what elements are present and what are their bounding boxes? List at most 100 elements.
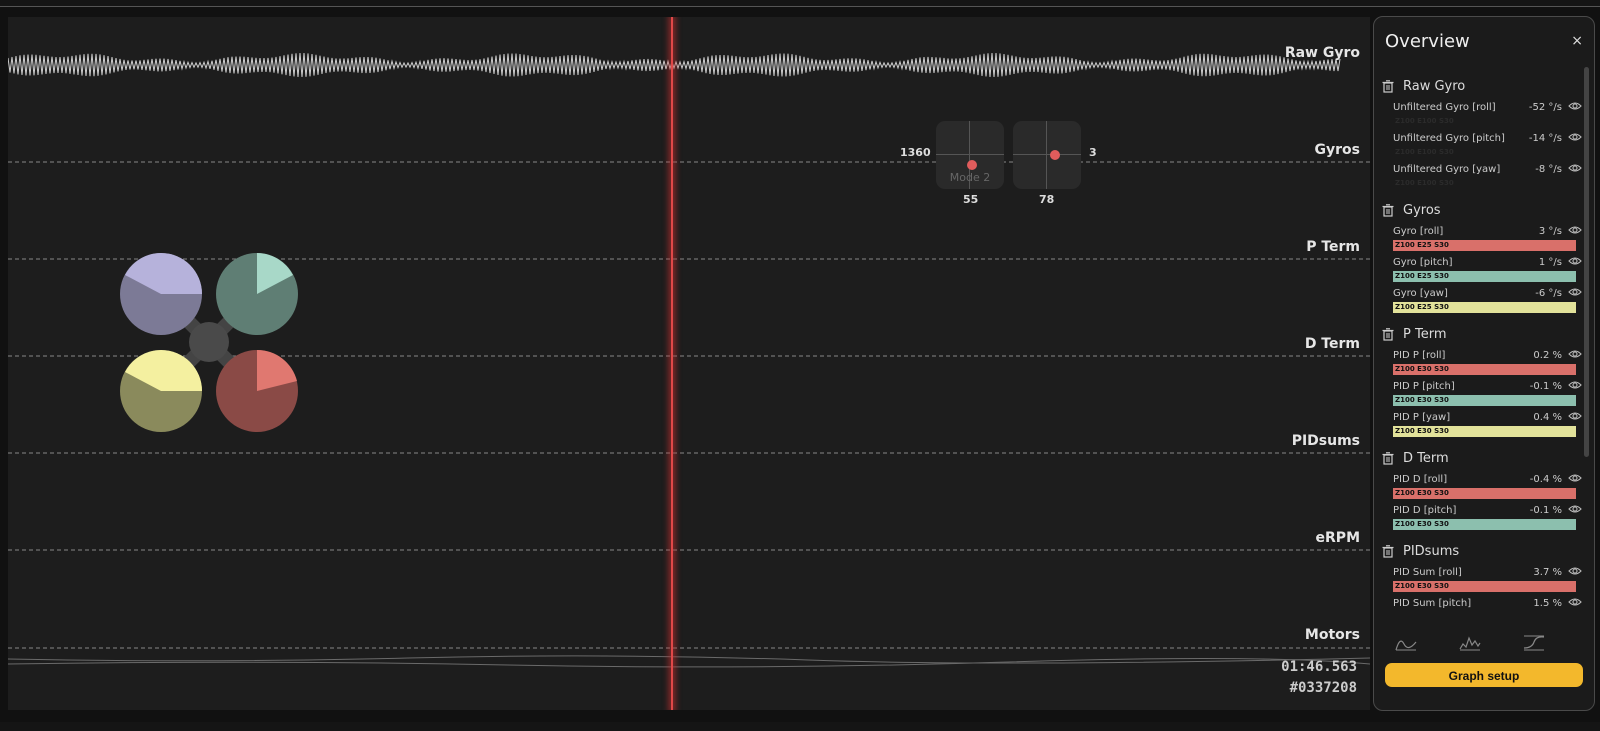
field-value: 0.4 % (1533, 412, 1562, 423)
overview-field-row[interactable]: PID P [roll] 0.2 % Z100 E30 S30 (1382, 348, 1582, 379)
overview-field-row[interactable]: Unfiltered Gyro [yaw] -8 °/s Z100 E100 S30 (1382, 162, 1582, 193)
overview-field-row[interactable]: PID Sum [roll] 3.7 % Z100 E30 S30 (1382, 565, 1582, 596)
trash-icon[interactable] (1382, 545, 1394, 558)
eye-icon[interactable] (1568, 349, 1582, 359)
curve-icon[interactable] (1522, 632, 1546, 652)
eye-icon[interactable] (1568, 597, 1582, 607)
time-readout: 01:46.563 (1281, 659, 1357, 675)
field-value: 3.7 % (1533, 567, 1562, 578)
field-scale-tag[interactable]: Z100 E25 S30 (1393, 271, 1576, 282)
eye-icon[interactable] (1568, 163, 1582, 173)
field-value: -8 °/s (1535, 164, 1562, 175)
field-scale-tag[interactable]: Z100 E30 S30 (1393, 519, 1576, 530)
stick-mode-label: Mode 2 (949, 171, 991, 184)
eye-icon[interactable] (1568, 256, 1582, 266)
overview-field-row[interactable]: PID P [pitch] -0.1 % Z100 E30 S30 (1382, 379, 1582, 410)
overview-field-row[interactable]: PID D [roll] -0.4 % Z100 E30 S30 (1382, 472, 1582, 503)
overview-field-row[interactable]: PID D [pitch] -0.1 % Z100 E30 S30 (1382, 503, 1582, 534)
field-name: Gyro [roll] (1393, 226, 1444, 237)
close-icon[interactable]: × (1571, 33, 1583, 49)
field-scale-tag[interactable]: Z100 E30 S30 (1393, 426, 1576, 437)
eye-icon[interactable] (1568, 132, 1582, 142)
lane-label-d-term: D Term (1304, 336, 1360, 352)
field-scale-tag[interactable]: Z100 E100 S30 (1393, 147, 1576, 158)
field-scale-tag[interactable]: Z100 E30 S30 (1393, 395, 1576, 406)
panel-scrollbar[interactable] (1584, 67, 1589, 457)
overview-list: Raw Gyro Unfiltered Gyro [roll] -52 °/s Z10… (1382, 69, 1582, 641)
field-value: 1 °/s (1538, 257, 1562, 268)
right-stick-pitch-value: 3 (1089, 146, 1097, 159)
trash-icon[interactable] (1382, 80, 1394, 93)
field-scale-tag[interactable]: Z100 E30 S30 (1393, 488, 1576, 499)
lane-label-p-term: P Term (1306, 239, 1360, 255)
left-stick-dot (967, 160, 977, 170)
trash-icon[interactable] (1382, 204, 1394, 217)
eye-icon[interactable] (1568, 380, 1582, 390)
eye-icon[interactable] (1568, 101, 1582, 111)
field-scale-tag[interactable]: Z100 E25 S30 (1393, 240, 1576, 251)
trash-icon[interactable] (1382, 328, 1394, 341)
raw-gyro-trace (8, 52, 1341, 78)
overview-section-header: Raw Gyro (1382, 79, 1582, 94)
field-name: PID D [pitch] (1393, 505, 1457, 516)
left-stick-yaw-value: 55 (963, 193, 979, 206)
overview-field-row[interactable]: PID Sum [pitch] 1.5 % (1382, 596, 1582, 627)
quad-model (120, 253, 298, 432)
overview-field-row[interactable]: Unfiltered Gyro [pitch] -14 °/s Z100 E100 … (1382, 131, 1582, 162)
eye-icon[interactable] (1568, 411, 1582, 421)
lane-label-raw-gyro: Raw Gyro (1284, 45, 1360, 61)
graph-setup-button[interactable]: Graph setup (1385, 663, 1583, 687)
left-stick-box: Mode 2 (936, 121, 1004, 189)
section-title: D Term (1403, 451, 1449, 466)
eye-icon[interactable] (1568, 473, 1582, 483)
overview-field-row[interactable]: Unfiltered Gyro [roll] -52 °/s Z100 E100 S… (1382, 100, 1582, 131)
field-scale-tag[interactable]: Z100 E30 S30 (1393, 581, 1576, 592)
section-title: PIDsums (1403, 544, 1460, 559)
overview-field-row[interactable]: Gyro [roll] 3 °/s Z100 E25 S30 (1382, 224, 1582, 255)
log-graph-canvas[interactable]: Raw Gyro Gyros P Term D Term PIDsums eRP… (8, 17, 1370, 710)
field-name: PID D [roll] (1393, 474, 1448, 485)
field-scale-tag[interactable]: Z100 E25 S30 (1393, 302, 1576, 313)
left-stick-throttle-value: 1360 (900, 146, 931, 159)
eye-icon[interactable] (1568, 287, 1582, 297)
lane-label-pidsums: PIDsums (1291, 433, 1360, 449)
field-name: Unfiltered Gyro [roll] (1393, 102, 1496, 113)
eye-icon[interactable] (1568, 504, 1582, 514)
field-scale-tag[interactable]: Z100 E30 S30 (1393, 364, 1576, 375)
overview-field-row[interactable]: Gyro [pitch] 1 °/s Z100 E25 S30 (1382, 255, 1582, 286)
field-value: -52 °/s (1528, 102, 1562, 113)
field-name: PID Sum [pitch] (1393, 598, 1472, 609)
field-value: -0.4 % (1529, 474, 1562, 485)
trash-icon[interactable] (1382, 452, 1394, 465)
field-name: Unfiltered Gyro [pitch] (1393, 133, 1505, 144)
overview-panel: Overview × Raw Gyro Unfiltered Gyro [roll… (1373, 16, 1595, 711)
eye-icon[interactable] (1568, 566, 1582, 576)
field-value: 0.2 % (1533, 350, 1562, 361)
field-value: -0.1 % (1529, 381, 1562, 392)
lane-label-motors: Motors (1304, 627, 1360, 643)
right-stick-box (1013, 121, 1081, 189)
field-name: PID P [roll] (1393, 350, 1446, 361)
top-toolbar (0, 0, 1600, 7)
playback-cursor[interactable] (671, 17, 673, 710)
field-name: Gyro [yaw] (1393, 288, 1448, 299)
overview-field-row[interactable]: PID P [yaw] 0.4 % Z100 E30 S30 (1382, 410, 1582, 441)
step-response-icon[interactable] (1394, 632, 1418, 652)
field-scale-tag[interactable]: Z100 E100 S30 (1393, 116, 1576, 127)
lane-label-erpm: eRPM (1315, 530, 1360, 546)
overview-field-row[interactable]: Gyro [yaw] -6 °/s Z100 E25 S30 (1382, 286, 1582, 317)
eye-icon[interactable] (1568, 225, 1582, 235)
spectrum-icon[interactable] (1458, 632, 1482, 652)
motor-1-fill (161, 253, 202, 294)
lane-label-gyros: Gyros (1314, 142, 1360, 158)
field-name: PID Sum [roll] (1393, 567, 1462, 578)
raw-gyro-line (8, 52, 1341, 78)
overview-section-header: PIDsums (1382, 544, 1582, 559)
field-value: 3 °/s (1538, 226, 1562, 237)
field-scale-tag[interactable]: Z100 E100 S30 (1393, 178, 1576, 189)
field-value: -0.1 % (1529, 505, 1562, 516)
field-name: Gyro [pitch] (1393, 257, 1453, 268)
field-value: -14 °/s (1528, 133, 1562, 144)
quad-body (189, 322, 229, 362)
overview-section-header: Gyros (1382, 203, 1582, 218)
